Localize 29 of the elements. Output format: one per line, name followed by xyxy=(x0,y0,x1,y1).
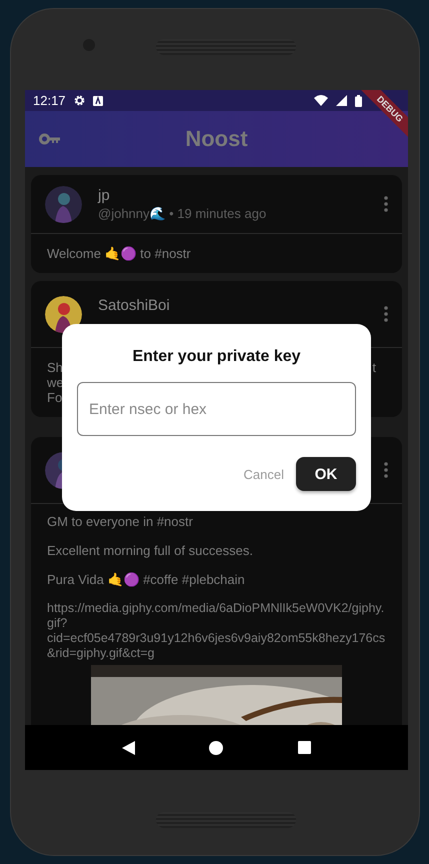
author-name: jp xyxy=(98,187,111,204)
recents-icon[interactable] xyxy=(298,741,311,754)
private-key-field[interactable]: Enter nsec or hex xyxy=(77,382,356,436)
back-icon[interactable] xyxy=(122,740,136,754)
home-icon[interactable] xyxy=(209,740,224,754)
app-title: Noost xyxy=(185,126,248,152)
more-options-icon[interactable] xyxy=(384,196,388,212)
post-text: t xyxy=(372,360,376,375)
ok-button[interactable]: OK xyxy=(296,457,356,491)
keyboard-app-icon xyxy=(92,96,103,106)
post-link[interactable]: https://media.giphy.com/media/6aDioPMNlIk5eW0VK2/giphy.gif?cid=ecf05e4789r3u91y12h6v6jes6v9aiy82om55k8hezy176cs&rid=giphy.gif&ct=g xyxy=(47,601,386,661)
post-text: Welcome 🤙🟣 to #nostr xyxy=(47,246,192,261)
author-name: SatoshiBoi xyxy=(98,296,171,314)
clock: 12:17 xyxy=(33,93,66,108)
battery-icon xyxy=(355,94,362,106)
post-text: Pura Vida 🤙🟣 #coffe #plebchain xyxy=(47,572,246,587)
post-text: Sh xyxy=(47,360,63,375)
cancel-button[interactable]: Cancel xyxy=(242,460,286,488)
dialog-title: Enter your private key xyxy=(131,348,302,366)
post-text: GM to everyone in #nostr xyxy=(47,514,194,529)
post-text: Excellent morning full of successes. xyxy=(47,543,254,558)
wifi-icon xyxy=(314,95,328,106)
key-icon[interactable] xyxy=(39,133,61,145)
gear-icon xyxy=(74,95,85,106)
post-meta: @johnny🌊 • 19 minutes ago xyxy=(98,206,268,221)
more-options-icon[interactable] xyxy=(384,462,388,478)
more-options-icon[interactable] xyxy=(384,306,388,322)
signal-icon xyxy=(336,95,347,106)
post-text: Fo xyxy=(47,390,62,405)
